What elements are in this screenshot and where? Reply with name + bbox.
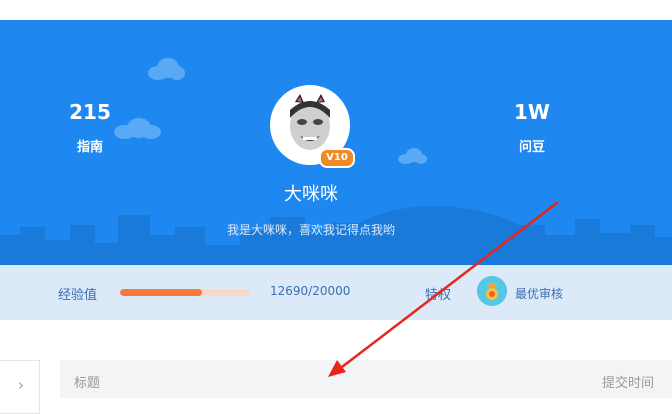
column-submit-time: 提交时间 bbox=[601, 376, 654, 391]
stat-guides-value: 215 bbox=[69, 100, 111, 124]
user-bio: 我是大咪咪，喜欢我记得点我哟 bbox=[226, 223, 395, 237]
side-expand-tab[interactable]: › bbox=[0, 360, 40, 414]
table-header: 标题 提交时间 bbox=[60, 360, 672, 398]
privilege-label: 特权 bbox=[425, 288, 452, 303]
stat-beans-value: 1W bbox=[514, 100, 550, 124]
level-bar: 经验值 12690/20000 特权 最优审核 bbox=[0, 265, 672, 320]
top-strip bbox=[0, 0, 672, 21]
username: 大咪咪 bbox=[284, 184, 338, 205]
profile-banner: 215 指南 1W 问豆 V10 大咪咪 我是大咪咪，喜欢我记得点我哟 bbox=[0, 20, 672, 265]
exp-progress-bar bbox=[120, 289, 250, 296]
stat-beans-label: 问豆 bbox=[518, 140, 545, 155]
exp-value: 12690/20000 bbox=[270, 284, 351, 298]
stat-beans[interactable]: 1W 问豆 bbox=[472, 100, 592, 155]
stat-guides-label: 指南 bbox=[76, 140, 103, 155]
cloud-decoration bbox=[398, 148, 427, 164]
vip-level-badge: V10 bbox=[319, 148, 355, 168]
chevron-right-icon: › bbox=[18, 376, 24, 394]
privilege-name[interactable]: 最优审核 bbox=[515, 285, 563, 302]
exp-progress-fill bbox=[120, 289, 203, 296]
stat-guides[interactable]: 215 指南 bbox=[30, 100, 150, 155]
medal-icon[interactable] bbox=[477, 276, 507, 306]
medal-icon-glyph bbox=[486, 283, 498, 300]
exp-label: 经验值 bbox=[58, 288, 98, 303]
cloud-decoration bbox=[148, 58, 185, 80]
column-title: 标题 bbox=[74, 376, 101, 391]
